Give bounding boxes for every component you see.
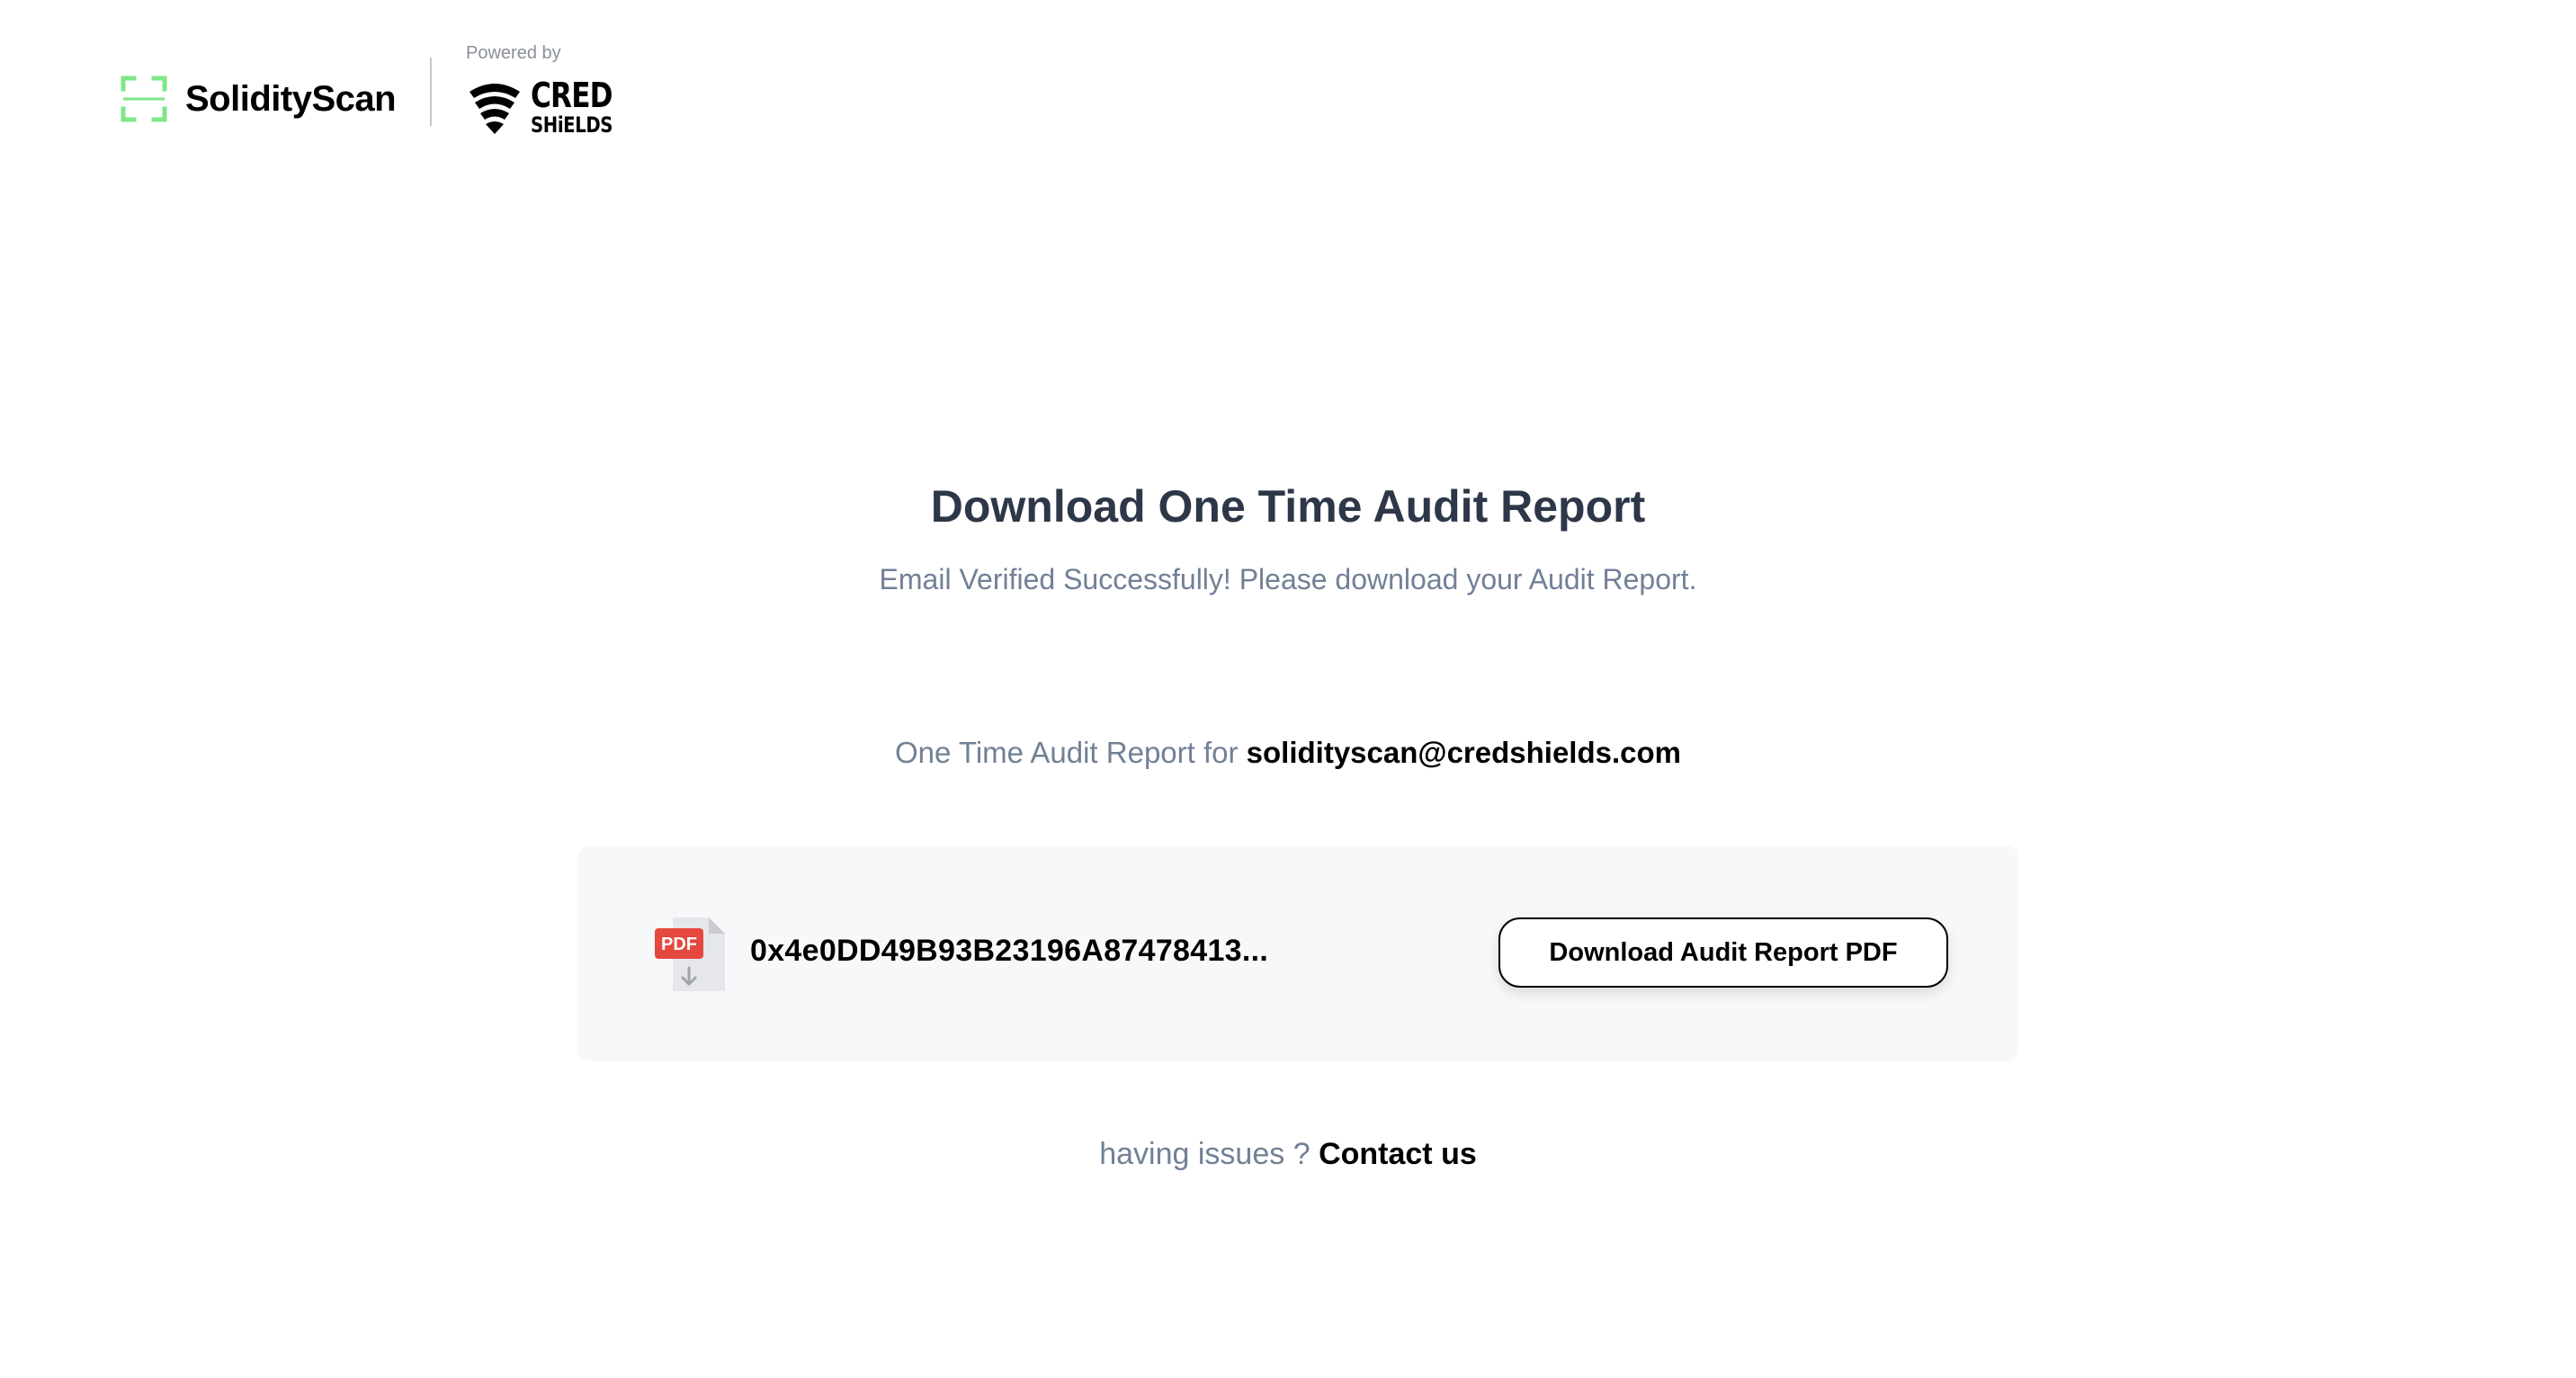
support-line: having issues ? Contact us xyxy=(0,1137,2576,1172)
scan-frame-icon xyxy=(121,76,167,122)
pdf-file-icon: PDF xyxy=(655,917,725,991)
contract-address: 0x4e0DD49B93B23196A87478413... xyxy=(750,934,1269,968)
pdf-badge-label: PDF xyxy=(661,935,697,954)
header-divider xyxy=(430,58,432,126)
powered-by-label: Powered by xyxy=(466,43,561,63)
credshields-wordmark: CRED SHiELDS xyxy=(531,78,631,136)
credshields-wordmark-line2: SHiELDS xyxy=(531,112,613,138)
recipient-email: solidityscan@credshields.com xyxy=(1246,736,1682,769)
report-card: PDF 0x4e0DD49B93B23196A87478413... Downl… xyxy=(577,846,2018,1061)
report-for-line: One Time Audit Report for solidityscan@c… xyxy=(0,736,2576,770)
credshields-logo[interactable]: CRED SHiELDS xyxy=(466,77,631,137)
powered-by-credshields: Powered by CRED SHiELDS xyxy=(466,43,646,151)
issues-text: having issues ? xyxy=(1099,1137,1310,1171)
brand-name: SolidityScan xyxy=(185,78,397,119)
download-audit-report-button[interactable]: Download Audit Report PDF xyxy=(1498,917,1948,988)
credshields-shield-wifi-icon xyxy=(470,84,520,134)
report-for-label: One Time Audit Report for xyxy=(894,736,1239,769)
solidityscan-logo-link[interactable]: SolidityScan xyxy=(121,54,397,144)
credshields-wordmark-line1: CRED xyxy=(531,76,613,115)
page-subtitle: Email Verified Successfully! Please down… xyxy=(879,563,1697,595)
site-header: SolidityScan Powered by CRED SHiELDS xyxy=(121,43,613,144)
contact-us-link[interactable]: Contact us xyxy=(1319,1137,1477,1171)
page-title: Download One Time Audit Report xyxy=(930,481,1646,532)
